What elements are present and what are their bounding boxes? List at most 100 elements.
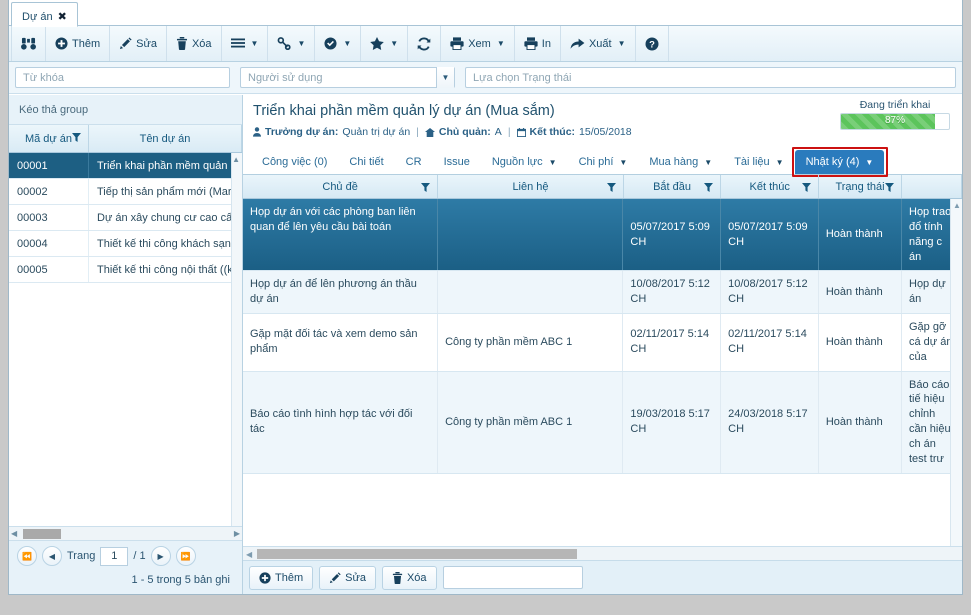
column-header-ghi-chu[interactable] [902, 175, 962, 198]
tab-cr[interactable]: CR [395, 150, 433, 174]
group-drop-area[interactable]: Kéo thả group [9, 95, 242, 125]
tab-mua-hang[interactable]: Mua hàng ▼ [638, 150, 723, 174]
print-button[interactable]: In [515, 26, 561, 61]
scroll-left-icon[interactable]: ◀ [246, 550, 252, 559]
column-header-ket-thuc[interactable]: Kết thúc [721, 175, 820, 198]
refresh-button[interactable] [408, 26, 442, 61]
column-header-label: Tên dự án [139, 132, 191, 145]
export-menu-button[interactable]: Xuất ▼ [561, 26, 636, 61]
document-tab-du-an[interactable]: Dự án ✖ [11, 2, 78, 27]
cell-start: 19/03/2018 5:17 CH [623, 371, 722, 473]
home-icon [424, 127, 435, 137]
tab-chi-phi[interactable]: Chi phí ▼ [568, 150, 639, 174]
favorite-menu-button[interactable]: ▼ [361, 26, 409, 61]
group-drop-label: Kéo thả group [19, 103, 89, 116]
add-button[interactable]: Thêm [46, 26, 111, 61]
tab-issue[interactable]: Issue [433, 150, 481, 174]
log-search-input[interactable] [442, 566, 583, 589]
manager-label: Trưởng dự án: [265, 126, 339, 138]
log-delete-button[interactable]: Xóa [381, 565, 437, 590]
search-button[interactable] [11, 26, 46, 61]
tab-cong-viec[interactable]: Công việc (0) [251, 150, 338, 174]
chevron-down-icon[interactable]: ▼ [776, 158, 784, 167]
table-row[interactable]: 00005 Thiết kế thi công nội thất ((kiến … [9, 257, 242, 283]
table-row[interactable]: Họp dự án với các phòng ban liên quan để… [243, 199, 962, 272]
column-header-ten-du-an[interactable]: Tên dự án [89, 125, 242, 152]
chevron-down-icon[interactable]: ▼ [436, 67, 454, 88]
scrollbar-thumb[interactable] [23, 529, 61, 539]
cell-project-name: Dự án xây chung cư cao cấp A (Xây [97, 211, 242, 224]
chevron-down-icon[interactable]: ▼ [251, 39, 259, 48]
tab-label: Nhật ký (4) [805, 156, 860, 168]
log-add-button[interactable]: Thêm [249, 565, 314, 590]
plus-circle-icon [259, 571, 271, 584]
tab-tai-lieu[interactable]: Tài liệu ▼ [723, 150, 794, 174]
log-grid-vertical-scrollbar[interactable]: ▲ [950, 199, 962, 546]
scrollbar-thumb[interactable] [257, 549, 577, 559]
table-row[interactable]: Họp dự án để lên phương án thầu dự án 10… [243, 271, 962, 315]
export-icon [570, 37, 585, 50]
user-select[interactable]: Người sử dụng ▼ [240, 67, 455, 88]
column-header-trang-thai[interactable]: Trạng thái [819, 175, 903, 198]
log-edit-button[interactable]: Sửa [319, 565, 376, 590]
table-row[interactable]: 00001 Triển khai phần mềm quản lý dự án … [9, 153, 242, 179]
scroll-left-icon[interactable]: ◀ [11, 529, 17, 538]
tab-nhat-ky[interactable]: Nhật ký (4) ▼ [794, 150, 885, 174]
edit-button[interactable]: Sửa [110, 26, 167, 61]
chevron-down-icon[interactable]: ▼ [297, 39, 305, 48]
table-row[interactable]: 00002 Tiếp thị sản phẩm mới (Marketing) [9, 179, 242, 205]
tab-chi-tiet[interactable]: Chi tiết [338, 150, 394, 174]
scroll-up-icon[interactable]: ▲ [953, 201, 961, 210]
log-grid-horizontal-scrollbar[interactable]: ◀ [243, 546, 962, 560]
log-grid-body[interactable]: Họp dự án với các phòng ban liên quan để… [243, 199, 962, 546]
table-row[interactable]: 00003 Dự án xây chung cư cao cấp A (Xây [9, 205, 242, 231]
chevron-down-icon[interactable]: ▼ [619, 158, 627, 167]
keyword-input[interactable]: Từ khóa [15, 67, 230, 88]
filter-icon[interactable] [606, 183, 616, 192]
prev-page-icon[interactable]: ◀ [42, 546, 62, 566]
table-row[interactable]: Gặp mặt đối tác và xem demo sản phẩm Côn… [243, 314, 962, 372]
cell-subject: Họp dự án để lên phương án thầu dự án [243, 271, 439, 314]
cell-project-name: Thiết kế thi công khách sạn B (Xây lắ [97, 237, 242, 250]
chevron-down-icon[interactable]: ▼ [343, 39, 351, 48]
filter-icon[interactable] [802, 183, 812, 192]
delete-button[interactable]: Xóa [167, 26, 222, 61]
filter-icon[interactable] [704, 183, 714, 192]
approve-menu-button[interactable]: ▼ [315, 26, 362, 61]
chevron-down-icon[interactable]: ▼ [390, 39, 398, 48]
page-number-input[interactable]: 1 [100, 546, 129, 566]
progress-bar: 87% [840, 113, 950, 130]
column-header-lien-he[interactable]: Liên hệ [438, 175, 624, 198]
column-header-chu-de[interactable]: Chủ đề [243, 175, 439, 198]
first-page-icon[interactable]: ⏪ [17, 546, 37, 566]
scroll-right-icon[interactable]: ▶ [234, 529, 240, 538]
filter-icon[interactable] [421, 183, 431, 192]
filter-icon[interactable] [72, 133, 81, 142]
close-icon[interactable]: ✖ [58, 10, 67, 23]
column-header-bat-dau[interactable]: Bắt đầu [624, 175, 722, 198]
chevron-down-icon[interactable]: ▼ [497, 39, 505, 48]
chevron-down-icon[interactable]: ▼ [865, 158, 873, 167]
filter-icon[interactable] [885, 183, 895, 192]
chevron-down-icon[interactable]: ▼ [549, 158, 557, 167]
table-row[interactable]: Báo cáo tình hình hợp tác với đối tác Cô… [243, 371, 962, 474]
scroll-up-icon[interactable]: ▲ [232, 155, 240, 164]
cell-project-code: 00005 [9, 257, 89, 282]
list-menu-button[interactable]: ▼ [222, 26, 269, 61]
project-grid-body[interactable]: 00001 Triển khai phần mềm quản lý dự án … [9, 153, 242, 526]
check-circle-icon [324, 37, 337, 50]
project-grid-vertical-scrollbar[interactable]: ▲ [231, 153, 242, 526]
tab-nguon-luc[interactable]: Nguồn lực ▼ [481, 150, 568, 174]
preview-menu-button[interactable]: Xem ▼ [441, 26, 515, 61]
help-button[interactable]: ? [636, 26, 669, 61]
column-header-ma-du-an[interactable]: Mã dự án [9, 125, 89, 152]
chevron-down-icon[interactable]: ▼ [618, 39, 626, 48]
last-page-icon[interactable]: ⏩ [175, 546, 196, 566]
project-grid-horizontal-scrollbar[interactable]: ◀ ▶ [9, 526, 242, 540]
tab-label: CR [405, 156, 422, 168]
link-menu-button[interactable]: ▼ [268, 26, 316, 61]
table-row[interactable]: 00004 Thiết kế thi công khách sạn B (Xây… [9, 231, 242, 257]
status-select[interactable]: Lựa chọn Trạng thái [465, 67, 956, 88]
chevron-down-icon[interactable]: ▼ [704, 158, 712, 167]
next-page-icon[interactable]: ▶ [150, 546, 171, 566]
